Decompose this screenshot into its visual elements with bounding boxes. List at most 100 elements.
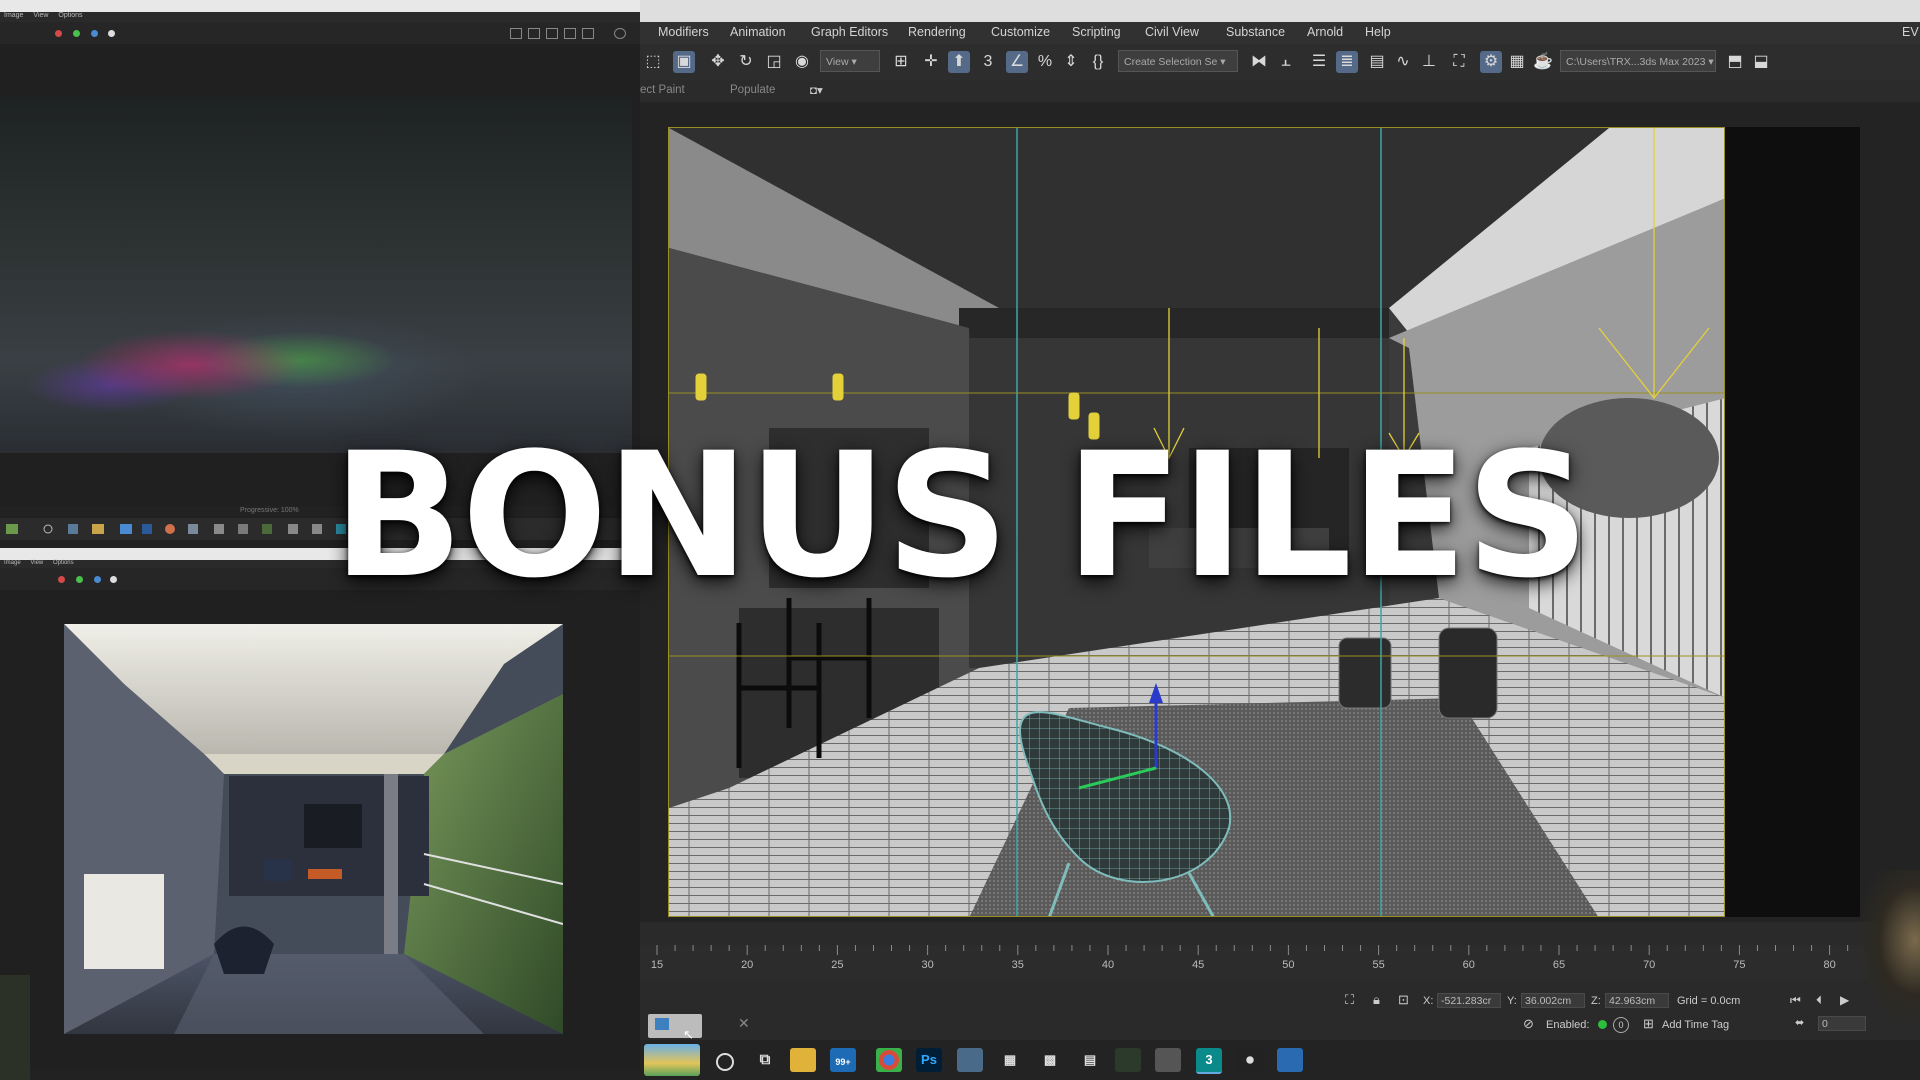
clear-image-icon[interactable] xyxy=(564,28,576,39)
green-channel-icon[interactable] xyxy=(73,30,80,37)
photoshop-icon[interactable]: Ps xyxy=(916,1048,942,1072)
app-icon-dark[interactable] xyxy=(1237,1048,1263,1072)
align-icon[interactable]: ⫠ xyxy=(1275,51,1297,73)
keyboard-shortcut-icon[interactable]: ⬆ xyxy=(948,51,970,73)
timeline-tick-label: 25 xyxy=(831,959,843,971)
chrome-icon[interactable] xyxy=(876,1048,902,1072)
search-icon[interactable] xyxy=(716,1053,734,1071)
add-time-tag-label[interactable]: Add Time Tag xyxy=(1662,1019,1729,1031)
select-region-icon[interactable]: ⬚ xyxy=(642,51,664,73)
z-coord-field[interactable]: 42.963cm xyxy=(1605,993,1669,1008)
frame-spinner-icon[interactable]: ⬌ xyxy=(1795,1016,1804,1029)
menu-graph-editors[interactable]: Graph Editors xyxy=(811,25,888,39)
pivot-icon[interactable]: ⊞ xyxy=(890,51,912,73)
edit-named-selection-icon[interactable]: {} xyxy=(1087,51,1109,73)
vfb2-status-strip xyxy=(0,1068,640,1080)
menu-arnold[interactable]: Arnold xyxy=(1307,25,1343,39)
workspace-icon[interactable]: ⬒ xyxy=(1724,51,1746,73)
ribbon-tab-populate[interactable]: Populate xyxy=(730,84,775,96)
calculator-icon[interactable] xyxy=(957,1048,983,1072)
named-selection-dropdown[interactable]: Create Selection Se ▾ xyxy=(1118,50,1238,72)
absolute-mode-icon[interactable]: ⊡ xyxy=(1398,992,1409,1008)
lock-selection-icon[interactable]: 🔒︎ xyxy=(1373,992,1380,1008)
save-image-icon[interactable] xyxy=(510,28,522,39)
toggle-ribbon-icon[interactable]: ▤ xyxy=(1366,51,1388,73)
previous-frame-icon[interactable]: ⏴ xyxy=(1816,993,1822,1008)
app-icon-photo[interactable] xyxy=(1155,1048,1181,1072)
blue-channel-icon[interactable] xyxy=(91,30,98,37)
menu-scripting[interactable]: Scripting xyxy=(1072,25,1121,39)
enabled-label: Enabled: xyxy=(1546,1019,1590,1031)
rotate-icon[interactable]: ↻ xyxy=(735,51,757,73)
file-explorer-icon[interactable] xyxy=(790,1048,816,1072)
curve-editor-icon[interactable]: ∿ xyxy=(1392,51,1414,73)
workspace-2-icon[interactable]: ⬓ xyxy=(1750,51,1772,73)
menu-substance[interactable]: Substance xyxy=(1226,25,1285,39)
layer-explorer-icon[interactable]: ≣ xyxy=(1336,51,1358,73)
window-crossing-icon[interactable]: ▣ xyxy=(673,51,695,73)
reference-coord-dropdown[interactable]: View ▾ xyxy=(820,50,880,72)
vfb-title-bar[interactable] xyxy=(0,0,640,12)
ribbon-toggle-icon[interactable]: ◘▾ xyxy=(810,83,823,97)
vfb-menu-view[interactable]: View xyxy=(33,12,48,19)
app-icon-tree[interactable] xyxy=(1115,1048,1141,1072)
vfb-menu-image[interactable]: Image xyxy=(4,12,23,19)
key-filter-icon[interactable]: 0 xyxy=(1613,1017,1629,1033)
app-icon-grid[interactable]: ▤ xyxy=(1077,1048,1103,1072)
weather-widget-icon[interactable] xyxy=(644,1044,700,1076)
menu-overflow[interactable]: EV xyxy=(1902,25,1919,39)
goto-start-icon[interactable]: ⏮ xyxy=(1790,993,1801,1008)
close-icon[interactable]: ✕ xyxy=(738,1015,750,1032)
timeline-tick-label: 35 xyxy=(1012,959,1024,971)
schematic-view-icon[interactable]: ⊥ xyxy=(1418,51,1440,73)
mirror-icon[interactable]: ⧓ xyxy=(1248,51,1270,73)
menu-rendering[interactable]: Rendering xyxy=(908,25,966,39)
menu-customize[interactable]: Customize xyxy=(991,25,1050,39)
placement-icon[interactable]: ◉ xyxy=(791,51,813,73)
enabled-indicator-icon[interactable] xyxy=(1598,1020,1607,1029)
spinner-snap-icon[interactable]: ⇕ xyxy=(1060,51,1082,73)
scale-icon[interactable]: ◲ xyxy=(763,51,785,73)
rendered-frame-window-icon[interactable]: ▦ xyxy=(1506,51,1528,73)
time-slider-track[interactable]: 15 20 25 30 35 40 45 50 55 60 65 70 75 80 xyxy=(640,945,1870,979)
menu-animation[interactable]: Animation xyxy=(730,25,786,39)
isolate-selection-icon[interactable]: ⛶ xyxy=(1345,992,1354,1008)
move-icon[interactable]: ✥ xyxy=(707,51,729,73)
app-icon-blue[interactable] xyxy=(1277,1048,1303,1072)
render-icon[interactable] xyxy=(614,28,626,39)
play-icon[interactable]: ▶ xyxy=(1840,993,1849,1007)
ribbon-tabs: ect Paint Populate ◘▾ xyxy=(640,80,1920,102)
menu-modifiers[interactable]: Modifiers xyxy=(658,25,709,39)
red-channel-icon[interactable] xyxy=(55,30,62,37)
copy-image-icon[interactable] xyxy=(582,28,594,39)
x-coord-field[interactable]: -521.283cr xyxy=(1437,993,1501,1008)
app-icon-sf[interactable]: ▩ xyxy=(1037,1048,1063,1072)
save-all-icon[interactable] xyxy=(528,28,540,39)
material-editor-icon[interactable]: ⛶ xyxy=(1448,51,1470,73)
app-icon-mm[interactable]: ▦ xyxy=(997,1048,1023,1072)
load-image-icon[interactable] xyxy=(546,28,558,39)
background-window-edge xyxy=(0,975,30,1080)
vfb-menu-options[interactable]: Options xyxy=(58,12,82,19)
menu-help[interactable]: Help xyxy=(1365,25,1391,39)
project-folder-dropdown[interactable]: C:\Users\TRX...3ds Max 2023 ▾ xyxy=(1560,50,1716,72)
current-frame-field[interactable]: 0 xyxy=(1818,1016,1866,1031)
time-tag-icon[interactable]: ⊘ xyxy=(1523,1016,1534,1032)
menu-civil-view[interactable]: Civil View xyxy=(1145,25,1199,39)
task-view-icon[interactable]: ⧉ xyxy=(752,1048,778,1072)
render-setup-icon[interactable]: ⚙ xyxy=(1480,51,1502,73)
mail-icon[interactable]: 99+ xyxy=(830,1048,856,1072)
alpha-channel-icon[interactable] xyxy=(108,30,115,37)
timeline-ruler: 15 20 25 30 35 40 45 50 55 60 65 70 75 80 xyxy=(651,945,1849,971)
angle-snap-icon[interactable]: ∠ xyxy=(1006,51,1028,73)
select-manipulate-icon[interactable]: ✛ xyxy=(920,51,942,73)
percent-snap-icon[interactable]: % xyxy=(1034,51,1056,73)
scene-explorer-icon[interactable]: ☰ xyxy=(1308,51,1330,73)
max-title-bar[interactable] xyxy=(640,0,1920,22)
add-time-tag-icon[interactable]: ⊞ xyxy=(1643,1016,1654,1032)
render-production-icon[interactable]: ☕ xyxy=(1532,51,1554,73)
ribbon-tab-object-paint[interactable]: ect Paint xyxy=(640,84,685,96)
y-coord-field[interactable]: 36.002cm xyxy=(1521,993,1585,1008)
snap-toggle-icon[interactable]: 3 xyxy=(977,51,999,73)
3ds-max-icon[interactable]: 3 xyxy=(1196,1048,1222,1074)
